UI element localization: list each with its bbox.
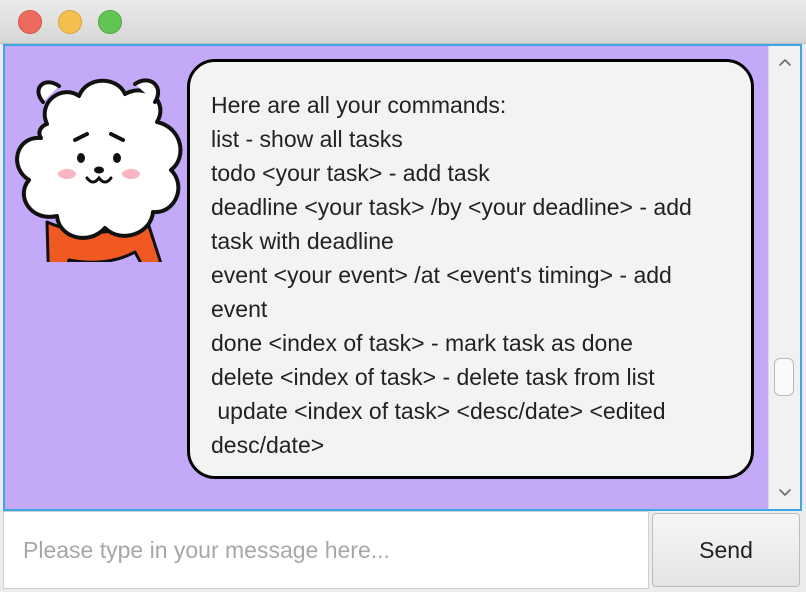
right-eye-dot: [113, 153, 121, 163]
minimize-window-button[interactable]: [58, 10, 82, 34]
message-line: event: [211, 296, 268, 322]
message-line: done <index of task> - mark task as done: [211, 330, 633, 356]
scroll-down-button[interactable]: [769, 481, 800, 505]
left-eye-dot: [77, 153, 85, 163]
title-bar: [0, 0, 806, 44]
message-line: desc/date>: [211, 432, 325, 458]
app-window: Here are all your commands: list - show …: [0, 0, 806, 592]
message-line: update <index of task> <desc/date> <edit…: [211, 398, 666, 424]
chevron-up-icon: [778, 59, 791, 66]
zoom-window-button[interactable]: [98, 10, 122, 34]
message-line: list - show all tasks: [211, 126, 403, 152]
vertical-scrollbar[interactable]: [768, 46, 800, 509]
close-window-button[interactable]: [18, 10, 42, 34]
message-line: todo <your task> - add task: [211, 160, 490, 186]
bot-message-bubble: Here are all your commands: list - show …: [187, 59, 754, 479]
right-cheek-shape: [122, 169, 140, 179]
message-line: deadline <your task> /by <your deadline>…: [211, 194, 692, 220]
chat-scroll-pane[interactable]: Here are all your commands: list - show …: [3, 44, 802, 511]
scroll-up-button[interactable]: [769, 50, 800, 74]
cloud-head-shape: [15, 78, 183, 240]
message-line: task with deadline: [211, 228, 394, 254]
bot-avatar: [15, 78, 183, 262]
scrollbar-thumb[interactable]: [774, 358, 794, 396]
message-line: Here are all your commands:: [211, 92, 507, 118]
input-row: Send: [3, 511, 802, 589]
chevron-down-icon: [778, 489, 791, 496]
message-input[interactable]: [3, 511, 649, 589]
nose-shape: [94, 166, 104, 174]
left-cheek-shape: [58, 169, 76, 179]
message-line: event <your event> /at <event's timing> …: [211, 262, 672, 288]
send-button[interactable]: Send: [652, 513, 800, 587]
message-line: delete <index of task> - delete task fro…: [211, 364, 655, 390]
